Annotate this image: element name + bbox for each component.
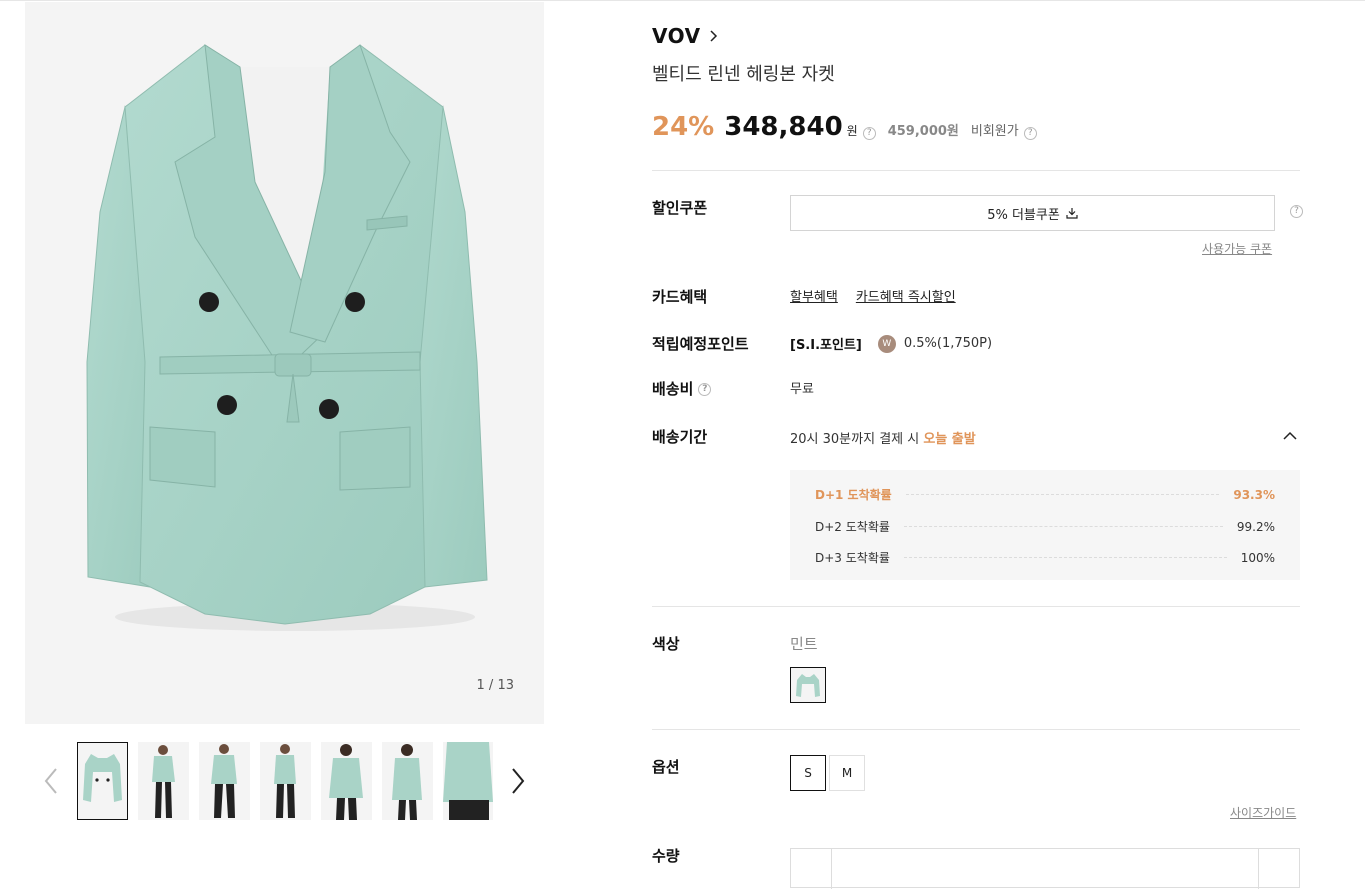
thumbnail-next-button[interactable]: [507, 765, 529, 797]
thumbnail-2[interactable]: [138, 742, 189, 820]
arrival-row-d2: D+2 도착확률 99.2%: [815, 518, 1275, 535]
arrival-label: D+2 도착확률: [815, 520, 890, 534]
thumbnail-prev-button[interactable]: [40, 765, 62, 797]
sale-price: 348,840: [724, 112, 843, 142]
original-price: 459,000원: [887, 124, 959, 139]
member-price-help-icon[interactable]: ?: [1023, 127, 1037, 140]
arrival-probability-box: D+1 도착확률 93.3% D+2 도착확률 99.2% D+3 도착확률 1…: [790, 470, 1300, 580]
image-counter: 1 / 13: [476, 678, 514, 693]
points-label: 적립예정포인트: [652, 335, 749, 353]
download-icon: [1066, 208, 1078, 219]
arrival-value: 93.3%: [1233, 487, 1275, 502]
color-name: 민트: [790, 635, 818, 653]
coupon-label: 할인쿠폰: [652, 199, 708, 217]
chevron-up-icon: [1283, 431, 1297, 440]
divider: [652, 729, 1300, 730]
points-info: [S.I.포인트] W 0.5%(1,750P): [790, 334, 992, 353]
jacket-swatch-image: [796, 674, 820, 697]
thumbnail-7[interactable]: [443, 742, 493, 820]
thumbnail-3[interactable]: [199, 742, 250, 820]
arrival-value: 99.2%: [1236, 519, 1275, 534]
thumbnail-1[interactable]: [77, 742, 128, 820]
w-badge-icon: W: [877, 334, 896, 353]
main-product-image[interactable]: 1 / 13: [25, 2, 544, 724]
arrival-row-d1: D+1 도착확률 93.3%: [815, 486, 1275, 503]
points-type: [S.I.포인트]: [790, 338, 862, 353]
card-benefit-links: 할부혜택 카드혜택 즉시할인: [790, 286, 956, 305]
arrival-label: D+3 도착확률: [815, 551, 890, 565]
discount-rate: 24%: [652, 112, 715, 142]
option-label: 옵션: [652, 758, 680, 776]
shipping-fee-label: 배송비?: [652, 378, 712, 399]
brand-name: VOV: [652, 24, 701, 48]
double-coupon-button[interactable]: 5% 더블쿠폰: [790, 195, 1275, 231]
thumbnail-5[interactable]: [321, 742, 372, 820]
points-value: 0.5%(1,750P): [903, 336, 993, 351]
color-label: 색상: [652, 635, 680, 653]
price-help-icon[interactable]: ?: [862, 127, 876, 140]
thumbnail-6[interactable]: [382, 742, 433, 820]
quantity-stepper[interactable]: [790, 848, 1300, 889]
size-option-m[interactable]: M: [829, 755, 865, 791]
jacket-illustration: [86, 44, 488, 631]
available-coupons-link[interactable]: 사용가능 쿠폰: [1202, 240, 1272, 257]
member-price-label: 비회원가: [970, 124, 1019, 139]
installment-benefit-link[interactable]: 할부혜택: [790, 286, 838, 305]
arrival-row-d3: D+3 도착확률 100%: [815, 549, 1275, 566]
chevron-right-icon: [710, 30, 717, 42]
price-row: 24% 348,840 원 ? 459,000원 비회원가 ?: [652, 112, 1037, 142]
size-guide-link[interactable]: 사이즈가이드: [1230, 804, 1296, 821]
divider: [652, 606, 1300, 607]
collapse-shipping-button[interactable]: [1282, 428, 1298, 444]
chevron-right-icon: [512, 768, 525, 794]
shipping-fee-help-icon[interactable]: ?: [698, 383, 712, 396]
shipping-fee-label-text: 배송비: [652, 380, 694, 398]
shipping-time-info: 20시 30분까지 결제 시 오늘 출발: [790, 428, 976, 447]
color-swatch-mint[interactable]: [790, 667, 826, 703]
price-unit: 원: [846, 124, 858, 138]
shipping-time-label: 배송기간: [652, 428, 708, 446]
size-option-s[interactable]: S: [790, 755, 826, 791]
thumbnail-4[interactable]: [260, 742, 311, 820]
top-border: [0, 0, 1365, 1]
coupon-button-label: 5% 더블쿠폰: [987, 207, 1060, 223]
shipping-fee-value: 무료: [790, 382, 814, 397]
quantity-label: 수량: [652, 847, 680, 865]
shipping-time-text: 20시 30분까지 결제 시: [790, 432, 924, 447]
coupon-help-icon[interactable]: ?: [1290, 205, 1303, 218]
card-benefit-label: 카드혜택: [652, 288, 708, 306]
chevron-left-icon: [44, 768, 57, 794]
brand-link[interactable]: VOV: [652, 24, 719, 48]
today-dispatch: 오늘 출발: [923, 432, 976, 447]
divider: [652, 170, 1300, 171]
arrival-value: 100%: [1240, 550, 1275, 565]
thumbnail-strip: [77, 742, 493, 820]
product-name: 벨티드 린넨 헤링본 자켓: [652, 64, 835, 85]
arrival-label: D+1 도착확률: [815, 488, 892, 502]
card-instant-discount-link[interactable]: 카드혜택 즉시할인: [856, 286, 956, 305]
